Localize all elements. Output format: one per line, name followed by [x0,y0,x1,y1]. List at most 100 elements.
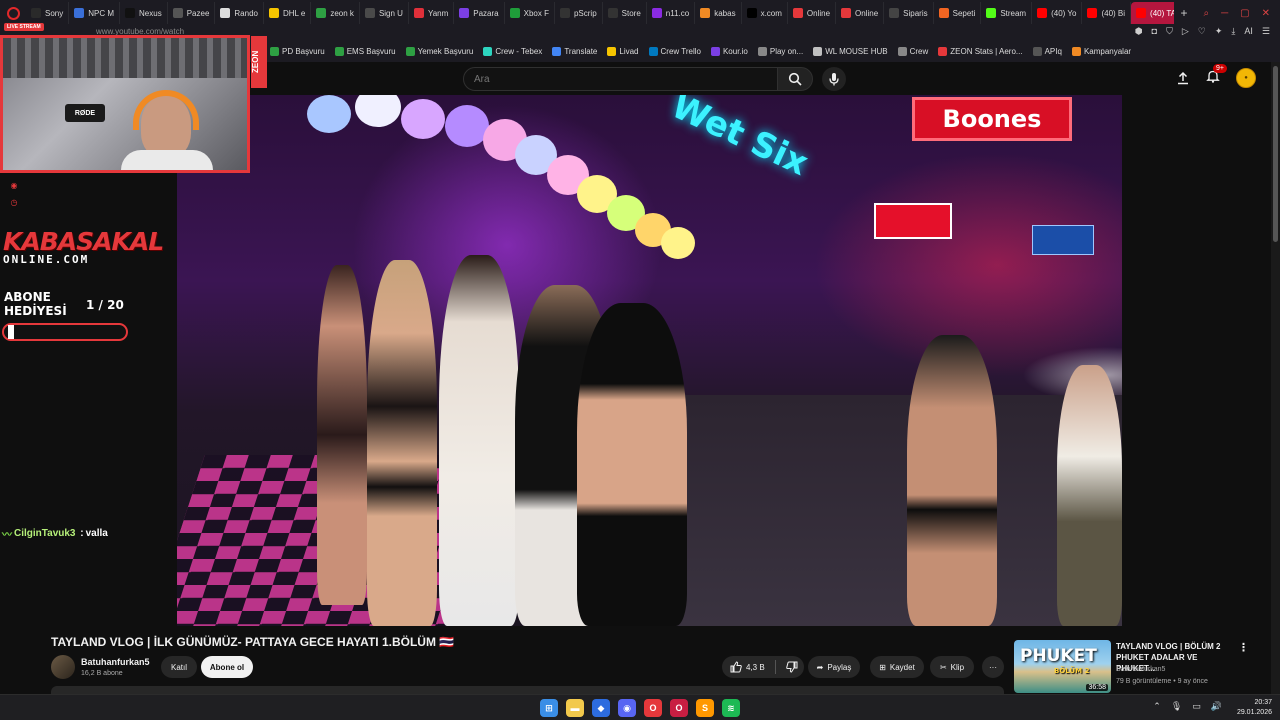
maximize-icon[interactable]: ▢ [1240,8,1249,19]
tab-label: Rando [234,8,258,18]
app-icon[interactable]: ◆ [592,699,610,717]
browser-tab[interactable]: (40) Yo [1032,2,1083,24]
tab-label: (40) TAYL [1150,8,1175,18]
search-button[interactable] [777,67,813,91]
channel-avatar[interactable] [51,655,75,679]
opera-icon[interactable]: O [644,699,662,717]
browser-tab[interactable]: Xbox F [505,2,555,24]
voice-search-button[interactable] [822,67,846,91]
channel-name[interactable]: Batuhanfurkan5 [81,657,150,667]
thumb-text-phuket: PHUKET [1020,646,1097,666]
page-scrollbar[interactable] [1271,62,1280,694]
close-icon[interactable]: ✕ [1262,8,1270,19]
bookmark-item[interactable]: WL MOUSE HUB [813,46,888,56]
heart-icon[interactable]: ♡ [1198,26,1206,37]
account-avatar[interactable]: ● [1236,68,1256,88]
browser-tab[interactable]: Nexus [120,2,168,24]
browser-tab[interactable]: Siparis [884,2,934,24]
share-button[interactable]: ➦ Paylaş [808,656,860,678]
bookmark-item[interactable]: Translate [552,46,597,56]
opera-gx-icon[interactable]: O [670,699,688,717]
play-icon[interactable]: ▷ [1182,26,1189,37]
file-explorer-icon[interactable]: ▬ [566,699,584,717]
browser-tab[interactable]: DHL e [264,2,312,24]
bookmark-item[interactable]: Play on... [757,46,803,56]
spotify-icon[interactable]: ≋ [722,699,740,717]
minimize-icon[interactable]: ─ [1221,8,1228,19]
bookmark-item[interactable]: APIq [1032,46,1062,56]
bookmark-favicon-icon [710,46,720,56]
browser-tab[interactable]: Store [603,2,647,24]
browser-tab[interactable]: NPC M [69,2,121,24]
menu-icon[interactable]: ☰ [1262,26,1270,37]
tab-favicon-icon [31,8,41,18]
tray-chevron-icon[interactable]: ⌃ [1153,701,1161,712]
join-button[interactable]: Katıl [161,656,197,678]
related-video-channel[interactable]: Batuhanfurkan5 [1116,666,1165,673]
related-video-thumbnail[interactable]: PHUKET BÖLÜM 2 36:58 [1014,640,1111,693]
tab-label: Pazee [186,8,210,18]
windows-start-icon[interactable]: ⊞ [540,699,558,717]
microphone-tray-icon[interactable]: 🎙 [1171,701,1182,712]
bookmark-item[interactable]: Crew Trello [648,46,701,56]
browser-tab[interactable]: Sign U [360,2,409,24]
download-icon[interactable]: ⤓ [1231,26,1235,37]
related-more-icon[interactable]: ⋮ [1238,641,1249,654]
tab-label: Xbox F [523,8,549,18]
more-actions-button[interactable]: ··· [982,656,1004,678]
thumbs-down-icon[interactable] [785,661,798,673]
bookmark-item[interactable]: Livad [607,46,639,56]
bookmark-item[interactable]: Kampanyalar [1071,46,1131,56]
save-button[interactable]: ⊞ Kaydet [870,656,924,678]
bookmark-item[interactable]: Kour.io [710,46,748,56]
bookmark-item[interactable]: ZEON Stats | Aero... [938,46,1023,56]
browser-tab[interactable]: Stream [981,2,1033,24]
browser-tab[interactable]: zeon k [311,2,360,24]
chat-user-icon: 〰 [2,530,12,541]
bookmark-item[interactable]: EMS Başvuru [334,46,396,56]
tab-favicon-icon [413,8,424,18]
search-tabs-icon[interactable]: ⌕ [1203,8,1209,19]
browser-tab[interactable]: Pazee [168,2,216,24]
volume-icon[interactable]: 🔊 [1211,701,1222,712]
bookmark-favicon-icon [1071,46,1081,56]
camera-icon[interactable]: ◘ [1152,26,1157,37]
browser-tab[interactable]: Yanm [409,2,455,24]
browser-tab[interactable]: (40) Bi [1082,2,1132,24]
related-duration: 36:58 [1086,684,1108,691]
subscribe-button[interactable]: Abone ol [201,656,253,678]
browser-tab[interactable]: Online [836,2,885,24]
new-tab-icon[interactable]: + [1174,6,1193,20]
browser-tab[interactable]: Sony [26,2,70,24]
bookmark-item[interactable]: Crew [897,46,928,56]
clip-button[interactable]: ✂ Klip [930,656,974,678]
browser-tab[interactable]: kabas [695,2,742,24]
taskbar-clock[interactable]: 20:37 29.01.2026 [1237,698,1272,718]
chat-text: valla [85,528,108,539]
like-button[interactable]: 4,3 B [730,661,765,673]
search-input[interactable] [474,73,767,85]
sublime-icon[interactable]: S [696,699,714,717]
discord-icon[interactable]: ◉ [618,699,636,717]
extension-icon[interactable]: ⬢ [1135,26,1143,37]
browser-tab[interactable]: x.com [742,2,788,24]
tab-favicon-icon [792,8,803,18]
description-box[interactable] [51,686,1004,694]
notifications-button[interactable]: 9+ [1206,63,1227,88]
network-icon[interactable]: ▭ [1192,701,1201,712]
upload-icon[interactable] [1176,71,1190,85]
video-player[interactable]: Wet Six Boones [177,95,1122,626]
bookmark-item[interactable]: Crew - Tebex [483,46,542,56]
shield-icon[interactable]: ⛉ [1166,26,1173,37]
browser-tab[interactable]: Online [788,2,837,24]
browser-tab[interactable]: Sepeti [934,2,982,24]
bookmark-item[interactable]: Yemek Başvuru [405,46,473,56]
browser-tab[interactable]: n11.co [647,2,696,24]
browser-tab[interactable]: Rando [215,2,264,24]
bookmark-item[interactable]: PD Başvuru [270,46,325,56]
browser-tab[interactable]: pScrip [555,2,603,24]
browser-tab[interactable]: Pazara [454,2,505,24]
puzzle-icon[interactable]: ✦ [1215,26,1223,37]
ai-icon[interactable]: AI [1244,26,1253,37]
browser-tab[interactable]: (40) TAYL [1131,2,1175,24]
